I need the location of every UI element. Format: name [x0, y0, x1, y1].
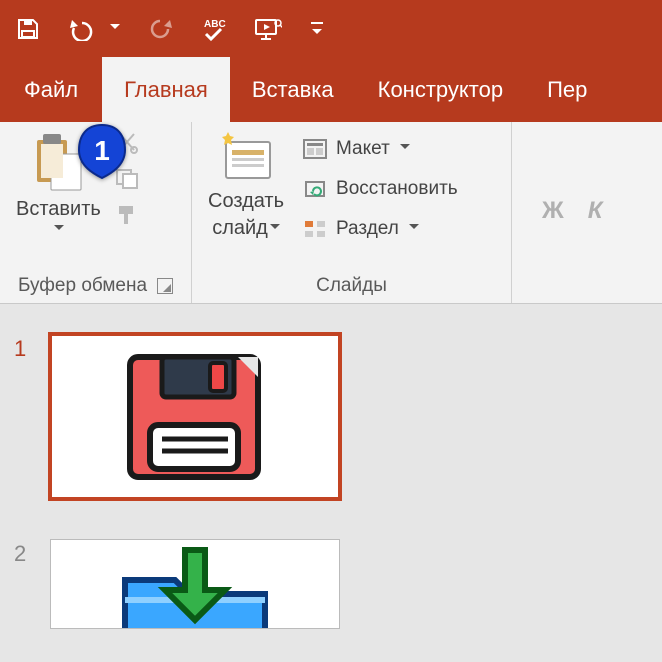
paste-dropdown-icon	[54, 225, 64, 235]
slide-row-1[interactable]: 1	[14, 334, 662, 499]
slide-thumbnail-2[interactable]	[50, 539, 340, 629]
slide-number-1: 1	[14, 334, 32, 499]
format-painter-icon[interactable]	[115, 204, 139, 226]
folder-download-icon	[105, 540, 285, 629]
redo-icon[interactable]	[148, 17, 172, 41]
tab-home[interactable]: Главная	[102, 57, 230, 122]
layout-button[interactable]: Макет	[298, 134, 462, 164]
slide-thumbnail-1[interactable]	[50, 334, 340, 499]
italic-button[interactable]: К	[588, 197, 603, 225]
layout-icon	[302, 136, 328, 162]
svg-text:1: 1	[94, 135, 110, 166]
group-slides-label: Слайды	[204, 271, 499, 299]
slide-number-2: 2	[14, 539, 32, 629]
reset-button[interactable]: Восстановить	[298, 174, 462, 204]
slideshow-icon[interactable]	[254, 17, 282, 41]
new-slide-button[interactable]: Создать слайд	[204, 128, 288, 242]
callout-badge-1: 1	[76, 122, 128, 180]
paste-label: Вставить	[16, 198, 101, 221]
new-slide-icon	[218, 130, 274, 186]
undo-dropdown-icon[interactable]	[108, 19, 120, 39]
ribbon-tabs: Файл Главная Вставка Конструктор Пер	[0, 57, 662, 122]
spellcheck-icon[interactable]: ABC	[200, 16, 226, 42]
new-slide-label-2: слайд	[212, 217, 268, 239]
tab-file[interactable]: Файл	[0, 57, 102, 122]
section-dropdown-icon	[409, 224, 419, 234]
group-slides: Создать слайд Макет Восстановить	[192, 122, 512, 303]
tab-insert[interactable]: Вставка	[230, 57, 356, 122]
group-font: Ж К	[512, 122, 662, 303]
section-button[interactable]: Раздел	[298, 214, 462, 244]
layout-dropdown-icon	[400, 144, 410, 154]
undo-icon[interactable]	[68, 17, 98, 41]
floppy-disk-icon	[120, 347, 270, 487]
tab-design[interactable]: Конструктор	[356, 57, 525, 122]
qat-customize-icon[interactable]	[310, 20, 324, 38]
section-icon	[302, 216, 328, 242]
new-slide-dropdown-icon	[270, 224, 280, 234]
save-icon[interactable]	[16, 17, 40, 41]
tab-transitions[interactable]: Пер	[525, 57, 609, 122]
slide-thumbnails-panel: 1 2	[0, 304, 662, 629]
new-slide-label-1: Создать	[208, 190, 284, 213]
slide-row-2[interactable]: 2	[14, 539, 662, 629]
bold-button[interactable]: Ж	[542, 197, 564, 225]
quick-access-toolbar: ABC	[0, 0, 662, 57]
clipboard-launcher-icon[interactable]	[157, 278, 173, 294]
reset-icon	[302, 176, 328, 202]
group-clipboard-label: Буфер обмена	[12, 271, 179, 299]
svg-text:ABC: ABC	[204, 19, 226, 30]
